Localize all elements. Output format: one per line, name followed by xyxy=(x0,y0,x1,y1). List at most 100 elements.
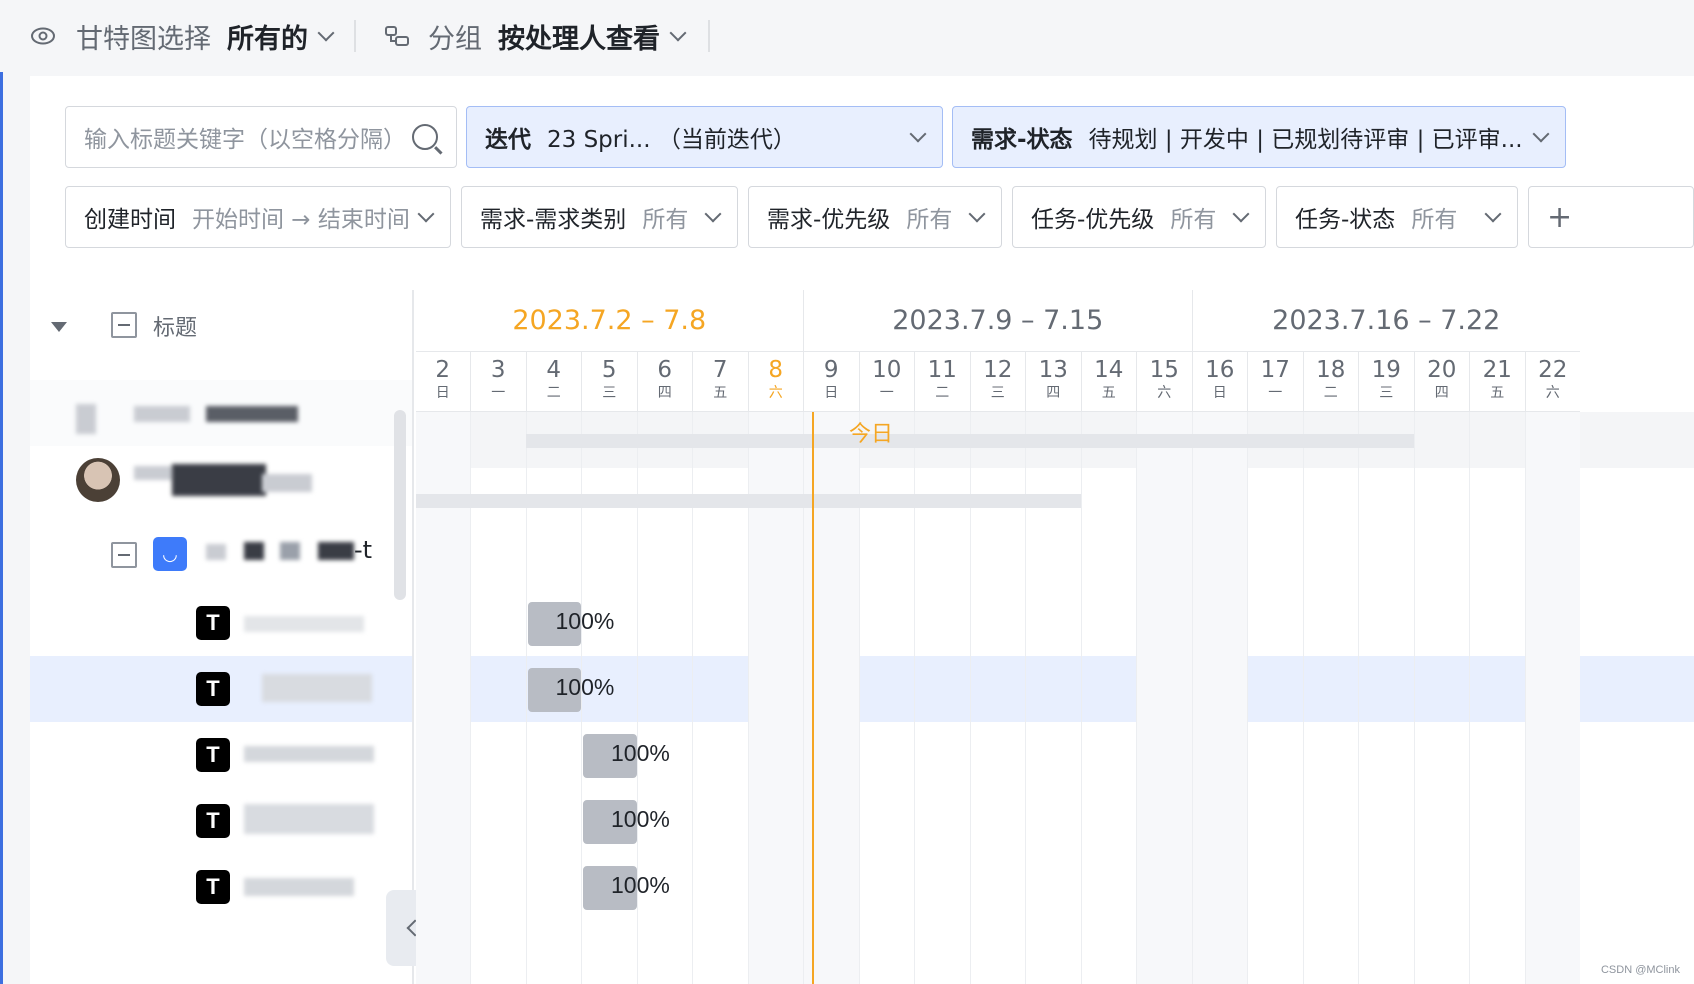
tree-row-task[interactable]: T xyxy=(30,590,412,656)
task-icon: T xyxy=(196,672,230,706)
day-header-18: 18 二 xyxy=(1302,352,1358,412)
weekday: 三 xyxy=(602,385,617,401)
day-header-19: 19 三 xyxy=(1358,352,1414,412)
collapse-all-icon[interactable] xyxy=(111,312,137,338)
assignee-span-bar[interactable] xyxy=(416,494,1081,508)
weekday: 日 xyxy=(435,385,450,401)
search-input[interactable]: 输入标题关键字（以空格分隔） xyxy=(65,106,457,168)
day-header-13: 13 四 xyxy=(1025,352,1081,412)
req-priority-filter[interactable]: 需求-优先级 所有 xyxy=(748,186,1002,248)
day-header-4: 4二 xyxy=(525,352,581,412)
day-number: 11 xyxy=(927,357,957,383)
day-header-14: 14 五 xyxy=(1080,352,1136,412)
task-icon: T xyxy=(196,606,230,640)
day-header-15: 15 六 xyxy=(1136,352,1192,412)
task-priority-filter[interactable]: 任务-优先级 所有 xyxy=(1012,186,1266,248)
req-type-value: 所有 xyxy=(642,207,689,233)
tree-row-task[interactable]: T xyxy=(30,722,412,788)
day-header-11: 11 二 xyxy=(914,352,970,412)
task-icon: T xyxy=(196,870,230,904)
today-line xyxy=(812,412,814,984)
day-number: 7 xyxy=(712,357,728,383)
grid-line xyxy=(1247,412,1248,984)
tree-row-task[interactable]: T xyxy=(30,788,412,854)
caret-down-icon[interactable] xyxy=(51,322,67,332)
req-status-filter[interactable]: 需求-状态 待规划 | 开发中 | 已规划待评审 | 已评审... xyxy=(952,106,1566,168)
day-header-12: 12 三 xyxy=(969,352,1025,412)
avatar xyxy=(76,458,120,502)
created-time-label: 创建时间 xyxy=(84,207,176,233)
task-progress: 100% xyxy=(555,608,615,634)
weekday: 四 xyxy=(657,385,672,401)
weekday: 日 xyxy=(1212,385,1227,401)
grid-line xyxy=(1469,412,1470,984)
weekday: 二 xyxy=(1323,385,1338,401)
req-status-filter-label: 需求-状态 xyxy=(971,127,1073,153)
chevron-down-icon xyxy=(669,24,687,42)
weekday: 四 xyxy=(1434,385,1449,401)
weekday: 三 xyxy=(990,385,1005,401)
chevron-down-icon xyxy=(1484,205,1502,223)
add-filter-button[interactable]: + xyxy=(1528,186,1694,248)
day-number: 21 xyxy=(1482,357,1512,383)
tree-row-task[interactable]: T xyxy=(30,854,412,920)
group-selector-label: 分组 xyxy=(428,23,482,55)
tree-row-task-selected[interactable]: T xyxy=(30,656,412,722)
group-selector-value: 按处理人查看 xyxy=(498,23,660,55)
created-time-filter[interactable]: 创建时间 开始时间 → 结束时间 xyxy=(65,186,451,248)
tree-row-assignee[interactable] xyxy=(30,446,412,518)
weekday: 六 xyxy=(1157,385,1172,401)
weekday: 五 xyxy=(1490,385,1505,401)
chevron-down-icon xyxy=(1232,205,1250,223)
chevron-down-icon xyxy=(704,205,722,223)
weekday: 五 xyxy=(713,385,728,401)
search-placeholder: 输入标题关键字（以空格分隔） xyxy=(84,127,406,153)
req-type-filter[interactable]: 需求-需求类别 所有 xyxy=(461,186,738,248)
task-status-filter[interactable]: 任务-状态 所有 xyxy=(1276,186,1518,248)
iteration-filter[interactable]: 迭代 23 Spri... （当前迭代） xyxy=(466,106,943,168)
tree-row-group[interactable] xyxy=(30,380,412,446)
eye-icon xyxy=(31,27,55,45)
weekday: 日 xyxy=(824,385,839,401)
day-number: 15 xyxy=(1149,357,1179,383)
top-toolbar: 甘特图选择 所有的 分组 按处理人查看 xyxy=(0,0,1694,72)
day-number: 12 xyxy=(983,357,1013,383)
day-header-17: 17 一 xyxy=(1247,352,1303,412)
day-number: 16 xyxy=(1205,357,1235,383)
day-number: 5 xyxy=(601,357,617,383)
weekday: 五 xyxy=(1101,385,1116,401)
collapse-icon[interactable] xyxy=(111,542,137,568)
day-number: 22 xyxy=(1538,357,1568,383)
req-priority-label: 需求-优先级 xyxy=(767,207,891,233)
divider xyxy=(708,20,710,52)
story-title-suffix: -t xyxy=(354,536,373,564)
day-number: 2 xyxy=(435,357,451,383)
tree-panel: 标题 ◡ -t T T T T T xyxy=(30,290,414,984)
req-priority-value: 所有 xyxy=(906,207,953,233)
day-header-6: 6四 xyxy=(636,352,692,412)
weekday: 三 xyxy=(1379,385,1394,401)
weekday: 一 xyxy=(879,385,894,401)
day-number: 17 xyxy=(1260,357,1290,383)
day-number: 9 xyxy=(823,357,839,383)
task-priority-label: 任务-优先级 xyxy=(1031,207,1155,233)
week-header: 2023.7.2 – 7.8 xyxy=(416,290,803,352)
task-progress: 100% xyxy=(611,872,670,898)
tree-scrollbar[interactable] xyxy=(394,410,406,600)
task-progress: 100% xyxy=(611,740,670,766)
tree-row-story[interactable]: ◡ -t xyxy=(30,518,412,590)
req-status-filter-value: 待规划 | 开发中 | 已规划待评审 | 已评审... xyxy=(1088,127,1523,153)
day-number: 10 xyxy=(872,357,902,383)
gantt-selector[interactable]: 甘特图选择 所有的 xyxy=(30,14,335,58)
task-priority-value: 所有 xyxy=(1170,207,1217,233)
group-span-bar[interactable] xyxy=(525,434,1414,448)
task-icon: T xyxy=(196,738,230,772)
day-header-7: 7五 xyxy=(692,352,748,412)
search-icon[interactable] xyxy=(412,124,438,150)
task-progress: 100% xyxy=(555,674,615,700)
chevron-down-icon xyxy=(317,24,335,42)
grid-line xyxy=(1136,412,1137,984)
day-number: 13 xyxy=(1038,357,1068,383)
group-selector[interactable]: 分组 按处理人查看 xyxy=(384,14,687,58)
weekend-shade xyxy=(1524,412,1580,984)
